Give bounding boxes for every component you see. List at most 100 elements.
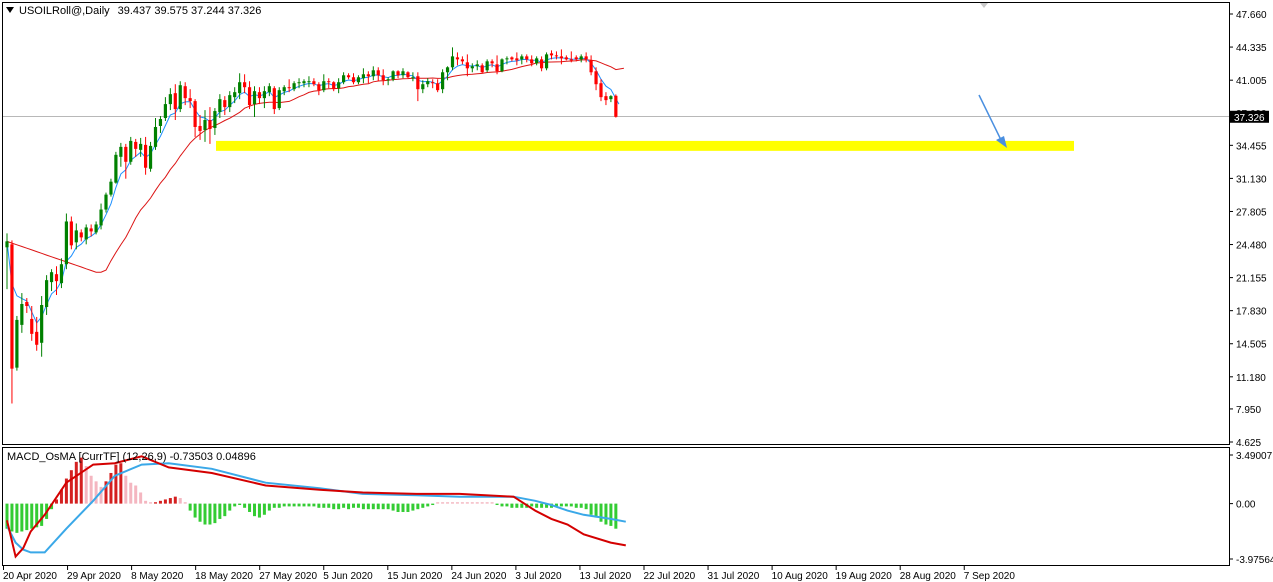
macd-histogram-bar bbox=[188, 503, 192, 511]
candle-body bbox=[535, 58, 539, 64]
candle-body bbox=[515, 58, 519, 61]
candle-body bbox=[84, 227, 88, 240]
macd-histogram-bar bbox=[530, 503, 534, 507]
macd-histogram-bar bbox=[589, 503, 593, 515]
candle-body bbox=[381, 75, 385, 81]
macd-histogram-bar bbox=[74, 461, 78, 504]
macd-histogram-bar bbox=[396, 503, 400, 512]
candle-body bbox=[124, 146, 128, 162]
macd-histogram-bar bbox=[233, 503, 237, 507]
time-tick-label: 29 Apr 2020 bbox=[67, 571, 121, 582]
candle-body bbox=[426, 81, 430, 85]
trading-chart[interactable]: 47.66044.33541.00537.69034.45531.13027.8… bbox=[0, 0, 1273, 582]
candle-body bbox=[475, 64, 479, 67]
candle-body bbox=[20, 304, 24, 325]
candle-body bbox=[79, 232, 83, 238]
candle-body bbox=[317, 84, 321, 91]
macd-histogram-bar bbox=[149, 502, 153, 504]
macd-histogram-bar bbox=[500, 503, 504, 507]
macd-histogram-bar bbox=[312, 503, 316, 507]
candle-body bbox=[614, 95, 618, 117]
macd-histogram-bar bbox=[208, 503, 212, 525]
macd-histogram-bar bbox=[337, 503, 341, 510]
candle-body bbox=[460, 59, 464, 62]
price-tick-label: 41.005 bbox=[1236, 76, 1267, 87]
macd-histogram-bar bbox=[604, 503, 608, 525]
candle-body bbox=[158, 119, 163, 126]
price-tick-label: 44.335 bbox=[1236, 43, 1267, 54]
candle-body bbox=[307, 81, 311, 83]
macd-histogram-bar bbox=[406, 503, 410, 512]
macd-histogram-bar bbox=[515, 503, 519, 508]
time-tick-label: 8 May 2020 bbox=[131, 571, 184, 582]
macd-histogram-bar bbox=[470, 502, 474, 504]
candle-body bbox=[391, 71, 395, 80]
macd-histogram-bar bbox=[30, 503, 34, 529]
macd-histogram-bar bbox=[490, 502, 494, 504]
macd-histogram-bar bbox=[510, 503, 514, 508]
macd-histogram-bar bbox=[15, 503, 19, 533]
candle-body bbox=[544, 54, 549, 69]
macd-histogram-bar bbox=[475, 502, 479, 504]
candle-body bbox=[386, 79, 390, 81]
macd-histogram-bar bbox=[79, 457, 83, 504]
candle-body bbox=[366, 74, 370, 77]
candle-body bbox=[490, 61, 494, 64]
macd-histogram-bar bbox=[391, 503, 395, 511]
chart-shift-marker[interactable] bbox=[980, 3, 988, 8]
candle-body bbox=[129, 140, 133, 162]
fast-moving-average-line bbox=[6, 57, 620, 324]
time-tick-label: 18 May 2020 bbox=[195, 571, 253, 582]
candle-body bbox=[168, 94, 172, 105]
candle-body bbox=[574, 57, 578, 60]
candle-body bbox=[267, 86, 271, 93]
menu-triangle-icon[interactable] bbox=[6, 7, 14, 13]
macd-histogram-bar bbox=[609, 503, 613, 526]
macd-histogram-bar bbox=[579, 503, 583, 508]
candle-body bbox=[15, 319, 19, 368]
time-tick-label: 22 Jul 2020 bbox=[644, 571, 696, 582]
macd-histogram-bar bbox=[599, 503, 603, 522]
macd-histogram-bar bbox=[455, 502, 459, 504]
macd-histogram-bar bbox=[40, 503, 44, 526]
candle-body bbox=[337, 82, 341, 89]
macd-histogram-bar bbox=[297, 503, 301, 507]
candle-body bbox=[554, 55, 559, 57]
candle-body bbox=[559, 56, 563, 59]
macd-histogram-bar bbox=[292, 503, 296, 507]
candle-body bbox=[243, 82, 247, 88]
macd-histogram-bar bbox=[134, 485, 138, 504]
macd-histogram-bar bbox=[540, 503, 544, 508]
macd-histogram-bar bbox=[386, 503, 390, 510]
candle-body bbox=[346, 75, 351, 78]
time-tick-label: 24 Jun 2020 bbox=[451, 571, 506, 582]
macd-histogram-bar bbox=[460, 502, 464, 504]
macd-histogram-bar bbox=[401, 503, 405, 512]
candle-body bbox=[40, 305, 44, 343]
candle-body bbox=[445, 67, 450, 73]
macd-histogram-bar bbox=[431, 503, 435, 506]
macd-histogram-bar bbox=[10, 503, 14, 532]
candle-body bbox=[49, 272, 54, 283]
macd-histogram-bar bbox=[569, 503, 573, 507]
price-tick-label: 4.625 bbox=[1236, 438, 1261, 449]
candle-body bbox=[178, 85, 182, 110]
macd-histogram-bar bbox=[480, 502, 484, 504]
candle-body bbox=[193, 101, 197, 127]
candle-body bbox=[297, 82, 301, 84]
macd-histogram-bar bbox=[421, 503, 425, 508]
macd-histogram-bar bbox=[89, 475, 93, 504]
candle-body bbox=[213, 111, 217, 128]
current-price-label: 37.326 bbox=[1234, 113, 1265, 124]
candle-body bbox=[327, 81, 331, 83]
macd-histogram-bar bbox=[564, 503, 568, 507]
macd-histogram-bar bbox=[317, 503, 321, 508]
macd-histogram-bar bbox=[411, 503, 415, 511]
candle-body bbox=[450, 56, 455, 68]
macd-histogram-bar bbox=[173, 496, 177, 504]
macd-histogram-bar bbox=[361, 503, 365, 510]
candle-body bbox=[436, 83, 440, 91]
macd-histogram-bar bbox=[371, 503, 375, 510]
macd-histogram-bar bbox=[25, 503, 29, 531]
price-tick-label: 21.155 bbox=[1236, 274, 1267, 285]
